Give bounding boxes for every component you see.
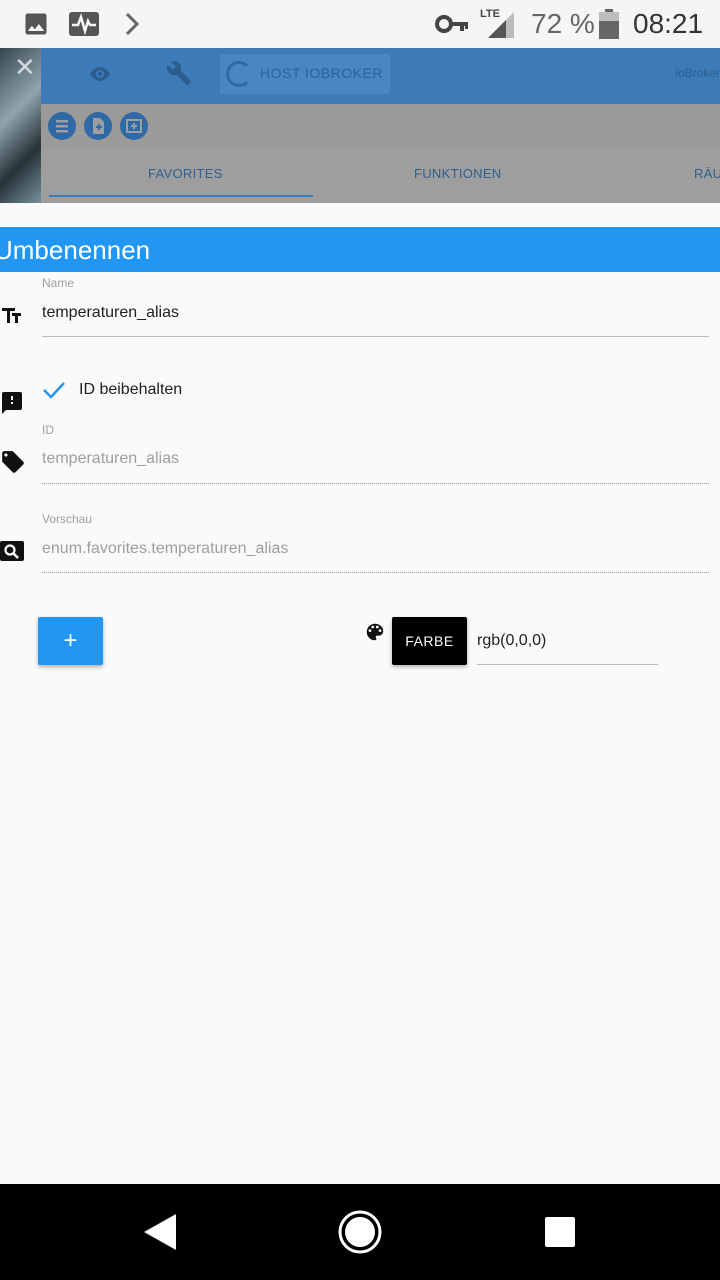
add-button[interactable]: +	[38, 617, 103, 665]
tab-funktionen[interactable]: FUNKTIONEN	[414, 166, 502, 181]
key-icon	[435, 12, 469, 41]
recents-icon[interactable]	[545, 1217, 575, 1252]
image-icon	[22, 10, 50, 43]
back-icon[interactable]	[142, 1212, 178, 1257]
preview-label: Vorschau	[42, 512, 93, 526]
preview-underline	[42, 572, 709, 573]
wrench-icon[interactable]	[166, 60, 192, 91]
close-icon[interactable]: ✕	[14, 52, 36, 83]
preview-value: enum.favorites.temperaturen_alias	[42, 540, 289, 557]
battery-icon	[598, 9, 620, 44]
eye-icon[interactable]	[88, 62, 112, 91]
signal-icon	[486, 12, 516, 43]
name-label: Name	[42, 276, 75, 290]
dialog-title: Umbenennen	[0, 235, 151, 265]
check-icon[interactable]	[42, 380, 66, 405]
battery-percent: 72 %	[531, 8, 595, 39]
chevron-right-icon	[122, 10, 142, 43]
list-button[interactable]	[48, 112, 76, 140]
id-underline	[42, 483, 709, 484]
name-input[interactable]: temperaturen_alias	[42, 304, 179, 322]
id-label: ID	[42, 423, 54, 437]
dialog-top-gap	[0, 203, 720, 227]
tab-indicator	[49, 195, 313, 197]
color-input[interactable]: rgb(0,0,0)	[477, 632, 546, 650]
tab-raeume[interactable]: RÄU	[694, 166, 720, 181]
name-underline	[42, 336, 709, 337]
feedback-icon	[0, 390, 24, 421]
text-format-icon	[0, 304, 24, 333]
add-file-button[interactable]	[84, 112, 112, 140]
color-underline	[477, 664, 658, 665]
color-button[interactable]: FARBE	[392, 617, 467, 665]
navigation-bar	[0, 1184, 720, 1280]
status-bar: LTE 72 % 08:21	[0, 0, 720, 48]
tab-favorites[interactable]: FAVORITES	[148, 166, 223, 181]
id-input: temperaturen_alias	[42, 450, 179, 467]
action-bar	[41, 104, 720, 148]
host-label: HOST IOBROKER	[260, 65, 383, 81]
spinner-icon	[226, 61, 252, 87]
clock: 08:21	[633, 8, 704, 39]
tag-icon	[0, 448, 26, 481]
dialog-header: Umbenennen	[0, 227, 720, 272]
add-category-button[interactable]	[120, 112, 148, 140]
background-app-overlay[interactable]: ✕ HOST IOBROKER ioBroker FAVORITES FUNKT…	[0, 48, 720, 203]
home-icon[interactable]	[337, 1209, 383, 1260]
brand-label: ioBroker	[675, 66, 720, 80]
search-icon	[0, 540, 24, 567]
keep-id-checkbox-label[interactable]: ID beibehalten	[79, 381, 182, 399]
palette-icon	[364, 621, 386, 648]
activity-icon	[68, 10, 100, 43]
tab-bar: FAVORITES FUNKTIONEN RÄU	[41, 148, 720, 203]
host-selector[interactable]: HOST IOBROKER	[220, 54, 390, 94]
